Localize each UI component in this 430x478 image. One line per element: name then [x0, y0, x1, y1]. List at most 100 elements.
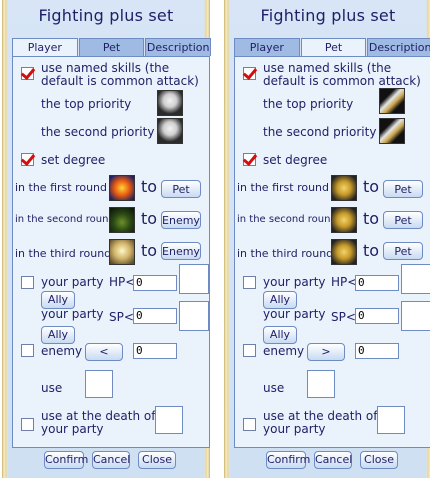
enemy-checkbox[interactable]	[243, 344, 256, 357]
enemy-label: enemy	[263, 344, 305, 358]
party-label: your party	[41, 275, 104, 289]
hp-skill-slot[interactable]	[179, 264, 209, 294]
use-label: use	[41, 381, 63, 395]
round-3-label: in the third round	[237, 247, 334, 260]
round-2-target-button[interactable]: Pet	[383, 211, 423, 229]
angel-skill-icon[interactable]	[109, 239, 135, 265]
top-priority-label: the top priority	[41, 97, 132, 111]
to-label: to	[141, 209, 158, 228]
death-label: use at the death of your party	[263, 409, 378, 436]
hp-label: HP<	[331, 275, 358, 289]
to-label: to	[363, 209, 380, 228]
tab-description[interactable]: Description	[145, 38, 212, 56]
death-checkbox[interactable]	[243, 418, 256, 431]
named-skills-checkbox[interactable]	[243, 67, 256, 80]
sp-skill-slot[interactable]	[401, 301, 430, 331]
to-label: to	[363, 241, 380, 260]
party-label-2: your party	[263, 307, 326, 321]
sp-skill-slot[interactable]	[179, 301, 209, 331]
confirm-button[interactable]: Confirm	[266, 451, 310, 469]
use-skill-slot[interactable]	[85, 370, 113, 398]
death-skill-slot[interactable]	[377, 406, 405, 434]
bottom-buttons: Confirm Cancel Close	[224, 451, 430, 469]
fighting-plus-set-window-pet: Fighting plus set Player Pet Description…	[224, 0, 430, 478]
party-label: your party	[263, 275, 326, 289]
hp-value-field[interactable]: 0	[355, 275, 399, 291]
bottom-buttons: Confirm Cancel Close	[2, 451, 210, 469]
enemy-value-field[interactable]: 0	[133, 343, 177, 359]
use-label: use	[263, 381, 285, 395]
hp-value-field[interactable]: 0	[133, 275, 177, 291]
sp-value-field[interactable]: 0	[355, 308, 399, 324]
shield-skill-icon[interactable]	[331, 239, 357, 265]
enemy-operator-button[interactable]: >	[307, 343, 345, 361]
ally-button-2[interactable]: Ally	[41, 326, 75, 344]
window-title: Fighting plus set	[260, 6, 396, 25]
tab-bar: Player Pet Description	[12, 38, 212, 56]
round-1-target-button[interactable]: Pet	[161, 180, 201, 198]
use-skill-slot[interactable]	[307, 370, 335, 398]
enemy-value-field[interactable]: 0	[355, 343, 399, 359]
named-skills-label: use named skills (the default is common …	[41, 61, 199, 88]
cancel-button[interactable]: Cancel	[314, 451, 352, 469]
ghost-skill-icon[interactable]	[157, 118, 183, 144]
set-degree-checkbox[interactable]	[243, 153, 256, 166]
second-priority-label: the second priority	[263, 125, 377, 139]
round-2-label: in the second round	[237, 214, 337, 225]
hp-skill-slot[interactable]	[401, 264, 430, 294]
to-label: to	[363, 177, 380, 196]
ghost-skill-icon[interactable]	[157, 90, 183, 116]
sp-value-field[interactable]: 0	[133, 308, 177, 324]
to-label: to	[141, 241, 158, 260]
round-2-label: in the second round	[15, 214, 115, 225]
round-1-label: in the first round	[15, 181, 108, 194]
tab-player[interactable]: Player	[12, 38, 78, 56]
round-2-target-button[interactable]: Enemy	[161, 211, 201, 229]
shield-skill-icon[interactable]	[331, 207, 357, 233]
death-label: use at the death of your party	[41, 409, 156, 436]
tab-description[interactable]: Description	[367, 38, 430, 56]
round-3-target-button[interactable]: Pet	[383, 242, 423, 260]
enemy-operator-button[interactable]: <	[85, 343, 123, 361]
party-checkbox[interactable]	[21, 276, 34, 289]
sword-skill-icon[interactable]	[379, 88, 405, 114]
party-checkbox[interactable]	[243, 276, 256, 289]
round-3-label: in the third round	[15, 247, 112, 260]
tab-pet[interactable]: Pet	[300, 38, 367, 56]
named-skills-checkbox[interactable]	[21, 67, 34, 80]
to-label: to	[141, 177, 158, 196]
settings-panel: use named skills (the default is common …	[12, 56, 210, 448]
party-label-2: your party	[41, 307, 104, 321]
confirm-button[interactable]: Confirm	[44, 451, 88, 469]
sp-label: SP<	[109, 310, 134, 324]
mask-skill-icon[interactable]	[109, 175, 135, 201]
top-priority-label: the top priority	[263, 97, 354, 111]
enemy-checkbox[interactable]	[21, 344, 34, 357]
round-1-target-button[interactable]: Pet	[383, 180, 423, 198]
sword-skill-icon[interactable]	[379, 118, 405, 144]
fighting-plus-set-window-player: Fighting plus set Player Pet Description…	[2, 0, 212, 478]
cancel-button[interactable]: Cancel	[92, 451, 130, 469]
set-degree-label: set degree	[263, 153, 328, 167]
tree-skill-icon[interactable]	[109, 207, 135, 233]
tab-pet[interactable]: Pet	[78, 38, 145, 56]
round-3-target-button[interactable]: Enemy	[161, 242, 201, 260]
close-button[interactable]: Close	[360, 451, 398, 469]
enemy-label: enemy	[41, 344, 83, 358]
shield-skill-icon[interactable]	[331, 175, 357, 201]
set-degree-label: set degree	[41, 153, 106, 167]
window-title: Fighting plus set	[38, 6, 174, 25]
tab-bar: Player Pet Description	[234, 38, 430, 56]
death-checkbox[interactable]	[21, 418, 34, 431]
close-button[interactable]: Close	[138, 451, 176, 469]
named-skills-label: use named skills (the default is common …	[263, 61, 421, 88]
round-1-label: in the first round	[237, 181, 330, 194]
settings-panel: use named skills (the default is common …	[234, 56, 430, 448]
death-skill-slot[interactable]	[155, 406, 183, 434]
set-degree-checkbox[interactable]	[21, 153, 34, 166]
tab-player[interactable]: Player	[234, 38, 300, 56]
second-priority-label: the second priority	[41, 125, 155, 139]
hp-label: HP<	[109, 275, 136, 289]
sp-label: SP<	[331, 310, 356, 324]
ally-button-2[interactable]: Ally	[263, 326, 297, 344]
